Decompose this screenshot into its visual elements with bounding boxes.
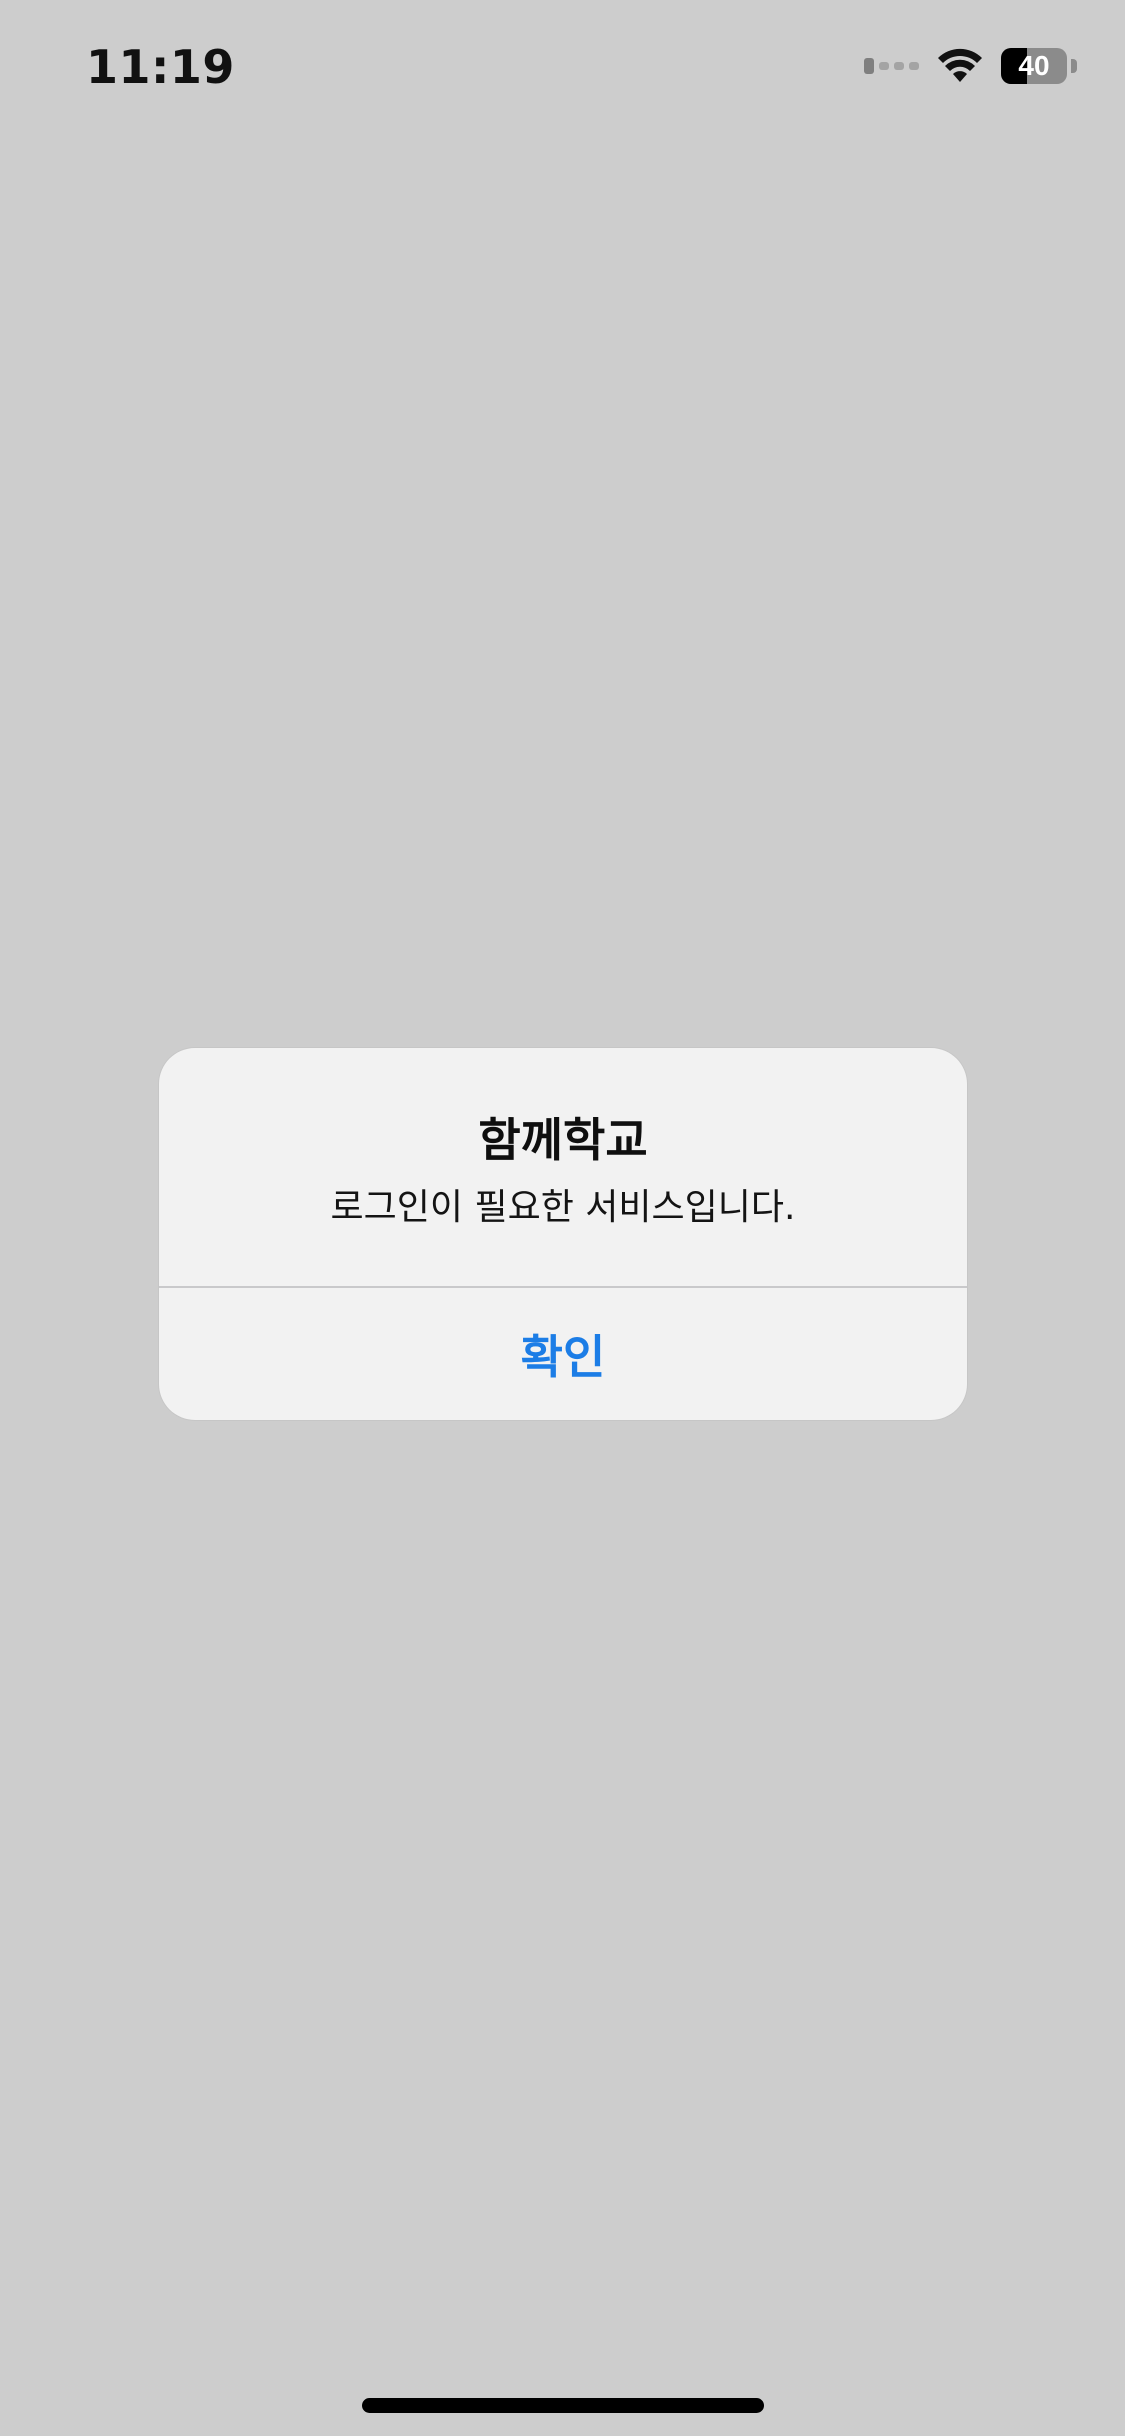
status-time: 11:19 bbox=[86, 40, 235, 94]
battery-icon: 40 bbox=[1001, 48, 1067, 84]
wifi-icon bbox=[938, 48, 982, 82]
status-icons: 40 bbox=[864, 48, 1077, 84]
confirm-button[interactable]: 확인 bbox=[159, 1288, 967, 1420]
battery-cap bbox=[1071, 59, 1077, 73]
status-bar: 11:19 40 bbox=[0, 0, 1125, 140]
alert-message: 로그인이 필요한 서비스입니다. bbox=[330, 1187, 796, 1228]
alert-body: 함께학교 로그인이 필요한 서비스입니다. bbox=[159, 1048, 967, 1286]
alert-title: 함께학교 bbox=[478, 1113, 648, 1167]
cellular-signal-icon bbox=[864, 58, 919, 74]
home-indicator[interactable] bbox=[362, 2398, 764, 2413]
battery-percent: 40 bbox=[1018, 50, 1050, 81]
alert-dialog: 함께학교 로그인이 필요한 서비스입니다. 확인 bbox=[159, 1048, 967, 1420]
